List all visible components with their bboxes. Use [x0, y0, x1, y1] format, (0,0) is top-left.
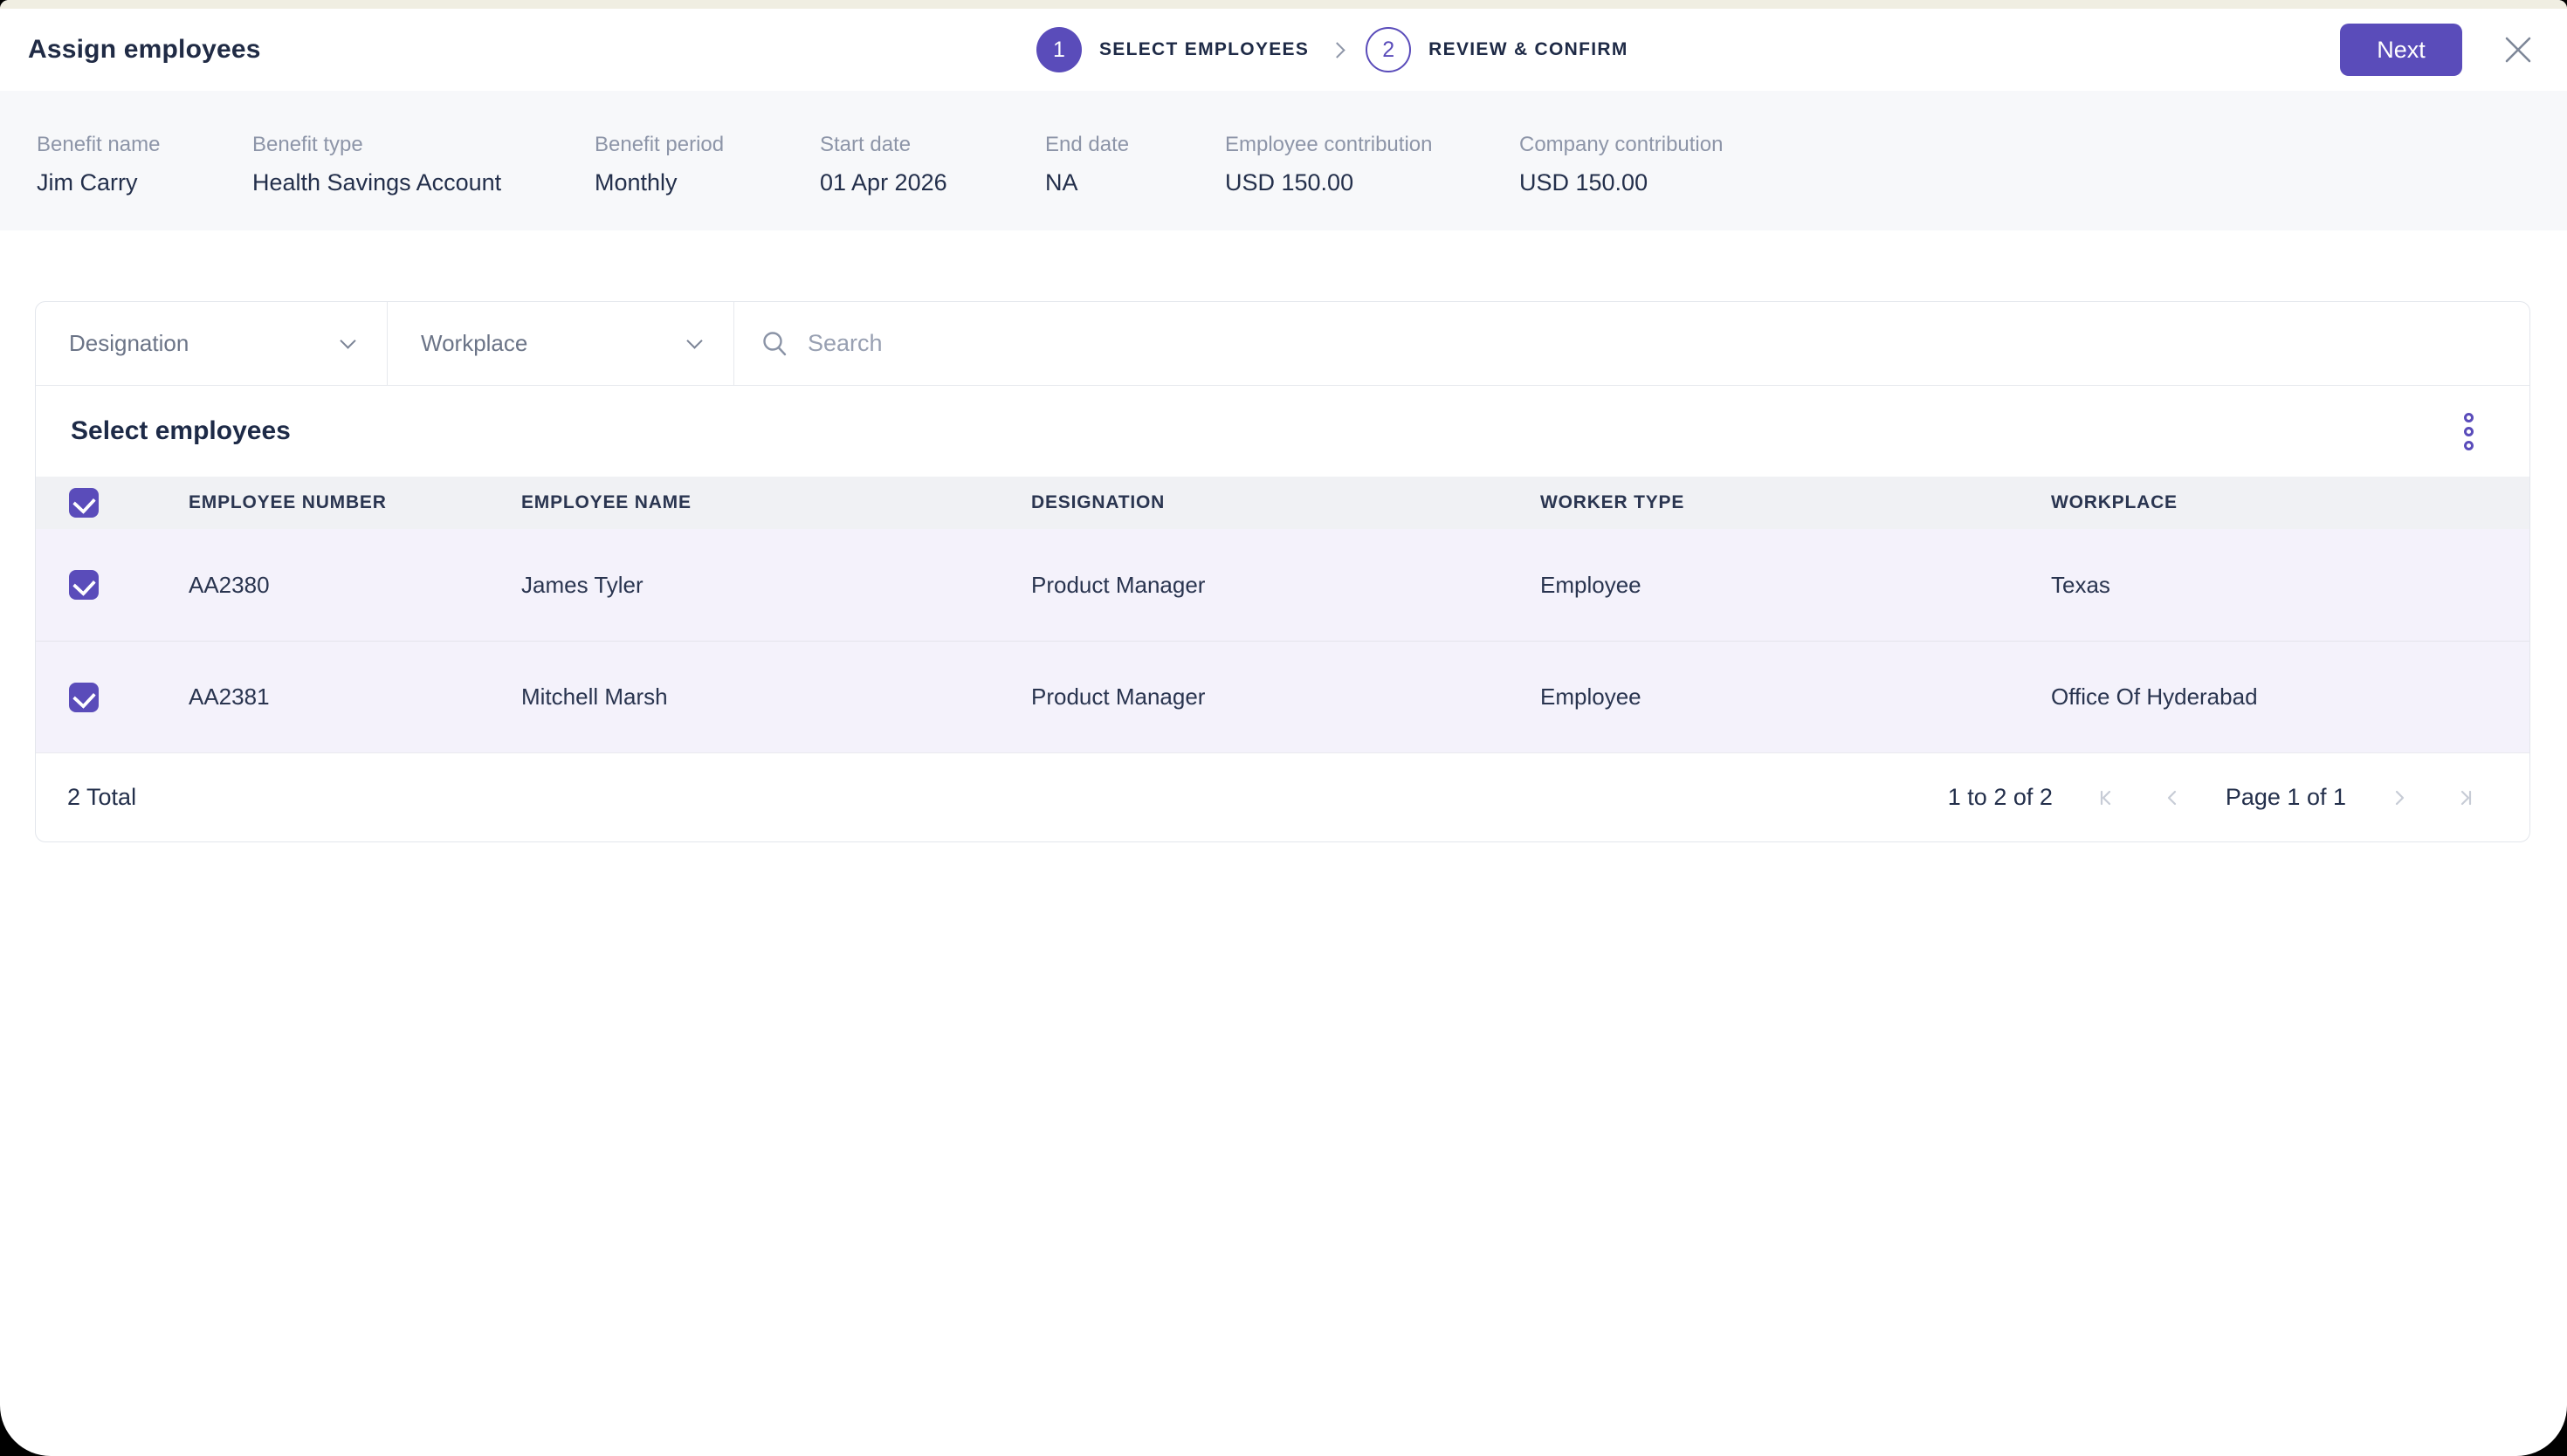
workplace-filter-label: Workplace [421, 330, 528, 356]
table-header-row: EMPLOYEE NUMBER EMPLOYEE NAME DESIGNATIO… [36, 477, 2529, 529]
employee-name-cell: James Tyler [521, 571, 643, 598]
column-header-worker-type: WORKER TYPE [1540, 492, 1685, 512]
total-count: 2 Total [67, 784, 137, 810]
filter-row: Designation Workplace [36, 302, 2529, 386]
employee-selection-card: Designation Workplace Select employees [35, 301, 2530, 842]
step-separator-chevron-icon [1329, 41, 1345, 58]
designation-filter-dropdown[interactable]: Designation [36, 302, 388, 385]
worker-type-cell: Employee [1540, 571, 1641, 598]
end-date-value: NA [1045, 169, 1078, 196]
end-date-label: End date [1045, 133, 1130, 156]
step-1-circle: 1 [1036, 27, 1082, 72]
company-contribution-field: Company contribution USD 150.00 [1519, 91, 1723, 230]
employee-contribution-field: Employee contribution USD 150.00 [1225, 91, 1432, 230]
chevron-down-icon [686, 333, 703, 349]
kebab-menu-icon [2464, 412, 2474, 422]
benefit-name-field: Benefit name Jim Carry [37, 91, 160, 230]
workplace-cell: Texas [2051, 571, 2110, 598]
next-button[interactable]: Next [2340, 24, 2462, 76]
kebab-menu-icon [2464, 426, 2474, 436]
company-contribution-value: USD 150.00 [1519, 169, 1648, 196]
assign-employees-modal: Assign employees 1 SELECT EMPLOYEES 2 RE… [0, 0, 2567, 1456]
select-all-checkbox[interactable] [69, 488, 99, 518]
benefit-summary-bar: Benefit name Jim Carry Benefit type Heal… [0, 91, 2567, 230]
page-title: Assign employees [28, 35, 261, 64]
employee-name-cell: Mitchell Marsh [521, 683, 668, 710]
page-indicator: Page 1 of 1 [2225, 784, 2346, 810]
table-row[interactable]: AA2380 James Tyler Product Manager Emplo… [36, 529, 2529, 641]
start-date-value: 01 Apr 2026 [820, 169, 947, 196]
worker-type-cell: Employee [1540, 683, 1641, 710]
designation-cell: Product Manager [1031, 571, 1206, 598]
table-toolbar: Select employees [36, 386, 2529, 477]
next-page-button[interactable] [2386, 785, 2412, 811]
search-box [734, 302, 2529, 385]
header-actions: Next [2340, 24, 2537, 76]
table-title: Select employees [71, 416, 291, 445]
designation-cell: Product Manager [1031, 683, 1206, 710]
column-header-designation: DESIGNATION [1031, 492, 1166, 512]
end-date-field: End date NA [1045, 91, 1129, 230]
close-icon [2505, 37, 2531, 63]
search-icon [763, 331, 787, 355]
pagination: 1 to 2 of 2 Page 1 of 1 [1948, 784, 2479, 811]
kebab-menu-icon [2464, 440, 2474, 450]
table-footer: 2 Total 1 to 2 of 2 Page 1 of 1 [36, 752, 2529, 841]
close-button[interactable] [2499, 31, 2537, 69]
company-contribution-label: Company contribution [1519, 133, 1724, 156]
row-range: 1 to 2 of 2 [1947, 784, 2053, 810]
search-input[interactable] [808, 330, 2503, 357]
employee-contribution-label: Employee contribution [1225, 133, 1433, 156]
column-header-workplace: WORKPLACE [2051, 492, 2178, 512]
row-checkbox[interactable] [69, 570, 99, 600]
column-header-employee-number: EMPLOYEE NUMBER [189, 492, 387, 512]
workplace-filter-dropdown[interactable]: Workplace [388, 302, 734, 385]
employee-number-cell: AA2381 [189, 683, 270, 710]
next-page-icon [2395, 790, 2405, 805]
chevron-down-icon [340, 333, 356, 349]
stepper: 1 SELECT EMPLOYEES 2 REVIEW & CONFIRM [1036, 9, 1628, 91]
employee-contribution-value: USD 150.00 [1225, 169, 1354, 196]
benefit-type-value: Health Savings Account [252, 169, 502, 196]
benefit-name-value: Jim Carry [37, 169, 138, 196]
step-2-circle: 2 [1366, 27, 1412, 72]
benefit-type-label: Benefit type [252, 133, 363, 156]
previous-page-button[interactable] [2159, 785, 2185, 811]
first-page-button[interactable] [2093, 785, 2119, 811]
start-date-label: Start date [820, 133, 912, 156]
column-header-employee-name: EMPLOYEE NAME [521, 492, 692, 512]
step-1-label: SELECT EMPLOYEES [1099, 39, 1310, 59]
row-checkbox[interactable] [69, 682, 99, 712]
last-page-button[interactable] [2453, 785, 2479, 811]
step-2-label: REVIEW & CONFIRM [1428, 39, 1628, 59]
modal-header: Assign employees 1 SELECT EMPLOYEES 2 RE… [0, 9, 2567, 91]
previous-page-icon [2167, 790, 2176, 805]
table-row[interactable]: AA2381 Mitchell Marsh Product Manager Em… [36, 641, 2529, 752]
step-review-confirm[interactable]: 2 REVIEW & CONFIRM [1366, 27, 1628, 72]
benefit-period-value: Monthly [595, 169, 678, 196]
first-page-icon [2100, 790, 2110, 805]
benefit-period-label: Benefit period [595, 133, 725, 156]
start-date-field: Start date 01 Apr 2026 [820, 91, 947, 230]
workplace-cell: Office Of Hyderabad [2051, 683, 2258, 710]
benefit-name-label: Benefit name [37, 133, 161, 156]
last-page-icon [2460, 790, 2472, 805]
employee-number-cell: AA2380 [189, 571, 270, 598]
step-select-employees[interactable]: 1 SELECT EMPLOYEES [1036, 27, 1309, 72]
table-options-button[interactable] [2459, 408, 2479, 456]
background-app-strip [0, 0, 2567, 9]
designation-filter-label: Designation [69, 330, 189, 356]
benefit-type-field: Benefit type Health Savings Account [252, 91, 501, 230]
benefit-period-field: Benefit period Monthly [595, 91, 724, 230]
